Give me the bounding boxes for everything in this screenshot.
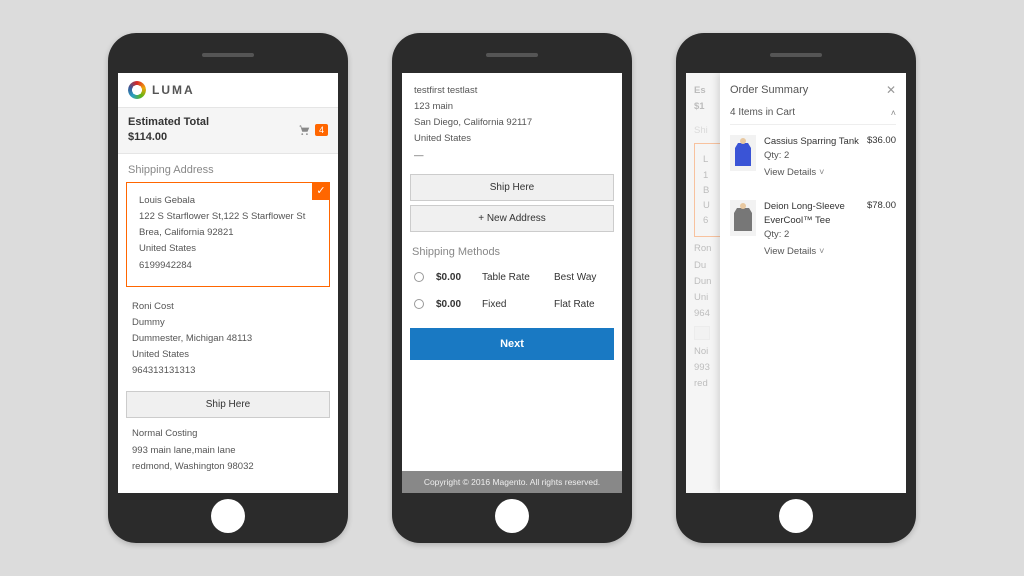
addr-name: Roni Cost: [132, 299, 324, 315]
item-qty: Qty: 2: [764, 228, 859, 242]
estimated-total-amount: $114.00: [128, 131, 209, 143]
estimated-total-row: Estimated Total $114.00 4: [118, 108, 338, 154]
method-carrier: Best Way: [554, 272, 596, 283]
shipping-method-row[interactable]: $0.00 Table Rate Best Way: [402, 264, 622, 291]
ship-here-button[interactable]: Ship Here: [410, 174, 614, 201]
phone-earpiece: [486, 53, 538, 57]
check-icon: ✓: [312, 182, 330, 200]
view-details-toggle[interactable]: View Details ˅: [764, 245, 824, 259]
close-icon[interactable]: ✕: [886, 83, 896, 97]
addr-name: testfirst testlast: [414, 83, 610, 99]
brand-name: LUMA: [152, 83, 195, 97]
item-price: $78.00: [867, 200, 896, 259]
item-price: $36.00: [867, 135, 896, 180]
next-button[interactable]: Next: [410, 328, 614, 360]
item-qty: Qty: 2: [764, 149, 859, 163]
background-dimmed: Es $1 Shi L 1 B U 6 Ron Du Dun Uni 964 N…: [686, 73, 906, 493]
cart-button[interactable]: 4: [297, 123, 328, 137]
order-summary-title: Order Summary: [730, 84, 808, 96]
chevron-down-icon: ˅: [819, 245, 824, 259]
addr-country: United States: [414, 131, 610, 147]
estimated-total-label: Estimated Total: [128, 116, 209, 128]
addr-street: 123 main: [414, 99, 610, 115]
addr-line2: Dummy: [132, 315, 324, 331]
addr-phone: 964313131313: [132, 363, 324, 379]
addr-country: United States: [139, 241, 317, 257]
app-header: LUMA: [118, 73, 338, 108]
luma-logo-icon: [128, 81, 146, 99]
address-card[interactable]: Normal Costing 993 main lane,main lane r…: [118, 422, 338, 482]
addr-city: San Diego, California 92117: [414, 115, 610, 131]
page-footer: Copyright © 2016 Magento. All rights res…: [402, 471, 622, 493]
phone-shipping-methods: testfirst testlast 123 main San Diego, C…: [392, 33, 632, 543]
item-name: Cassius Sparring Tank: [764, 135, 859, 149]
cart-icon: [297, 123, 311, 137]
home-button[interactable]: [211, 499, 245, 533]
shipping-method-row[interactable]: $0.00 Fixed Flat Rate: [402, 291, 622, 318]
addr-country: United States: [132, 347, 324, 363]
estimated-total-text: Estimated Total $114.00: [128, 116, 209, 143]
phone-earpiece: [202, 53, 254, 57]
radio-icon[interactable]: [414, 272, 424, 282]
radio-icon[interactable]: [414, 299, 424, 309]
addr-city: Dummester, Michigan 48113: [132, 331, 324, 347]
phone-earpiece: [770, 53, 822, 57]
addr-street: 993 main lane,main lane: [132, 443, 324, 459]
item-name: Deion Long-Sleeve EverCool™ Tee: [764, 200, 859, 229]
method-carrier: Flat Rate: [554, 299, 595, 310]
addr-name: Louis Gebala: [139, 193, 317, 209]
current-address: testfirst testlast 123 main San Diego, C…: [402, 73, 622, 170]
chevron-down-icon: ˅: [819, 166, 824, 180]
order-summary-panel: Order Summary ✕ 4 Items in Cart ˄ Cassiu…: [720, 73, 906, 493]
addr-extra: —: [414, 148, 610, 164]
home-button[interactable]: [495, 499, 529, 533]
address-card-selected[interactable]: ✓ Louis Gebala 122 S Starflower St,122 S…: [126, 182, 330, 287]
items-in-cart-toggle[interactable]: 4 Items in Cart ˄: [730, 107, 896, 125]
summary-item: Cassius Sparring Tank Qty: 2 View Detail…: [730, 125, 896, 190]
home-button[interactable]: [779, 499, 813, 533]
method-price: $0.00: [436, 272, 470, 283]
method-name: Fixed: [482, 299, 542, 310]
product-thumb-icon: [730, 200, 756, 236]
addr-city: Brea, California 92821: [139, 225, 317, 241]
addr-city: redmond, Washington 98032: [132, 459, 324, 475]
summary-item: Deion Long-Sleeve EverCool™ Tee Qty: 2 V…: [730, 190, 896, 269]
phone-order-summary: Es $1 Shi L 1 B U 6 Ron Du Dun Uni 964 N…: [676, 33, 916, 543]
new-address-button[interactable]: + New Address: [410, 205, 614, 232]
shipping-methods-title: Shipping Methods: [402, 236, 622, 264]
product-thumb-icon: [730, 135, 756, 171]
screen-3: Es $1 Shi L 1 B U 6 Ron Du Dun Uni 964 N…: [686, 73, 906, 493]
view-details-toggle[interactable]: View Details ˅: [764, 166, 824, 180]
cart-count-badge: 4: [315, 124, 328, 136]
phone-shipping-address: LUMA Estimated Total $114.00 4 Shipping …: [108, 33, 348, 543]
screen-1: LUMA Estimated Total $114.00 4 Shipping …: [118, 73, 338, 493]
items-in-cart-label: 4 Items in Cart: [730, 107, 795, 118]
shipping-address-title: Shipping Address: [118, 154, 338, 182]
addr-phone: 6199942284: [139, 258, 317, 274]
chevron-up-icon: ˄: [891, 108, 896, 118]
ship-here-button[interactable]: Ship Here: [126, 391, 330, 418]
method-price: $0.00: [436, 299, 470, 310]
addr-name: Normal Costing: [132, 426, 324, 442]
method-name: Table Rate: [482, 272, 542, 283]
address-card[interactable]: Roni Cost Dummy Dummester, Michigan 4811…: [118, 295, 338, 388]
screen-2: testfirst testlast 123 main San Diego, C…: [402, 73, 622, 493]
addr-street: 122 S Starflower St,122 S Starflower St: [139, 209, 317, 225]
